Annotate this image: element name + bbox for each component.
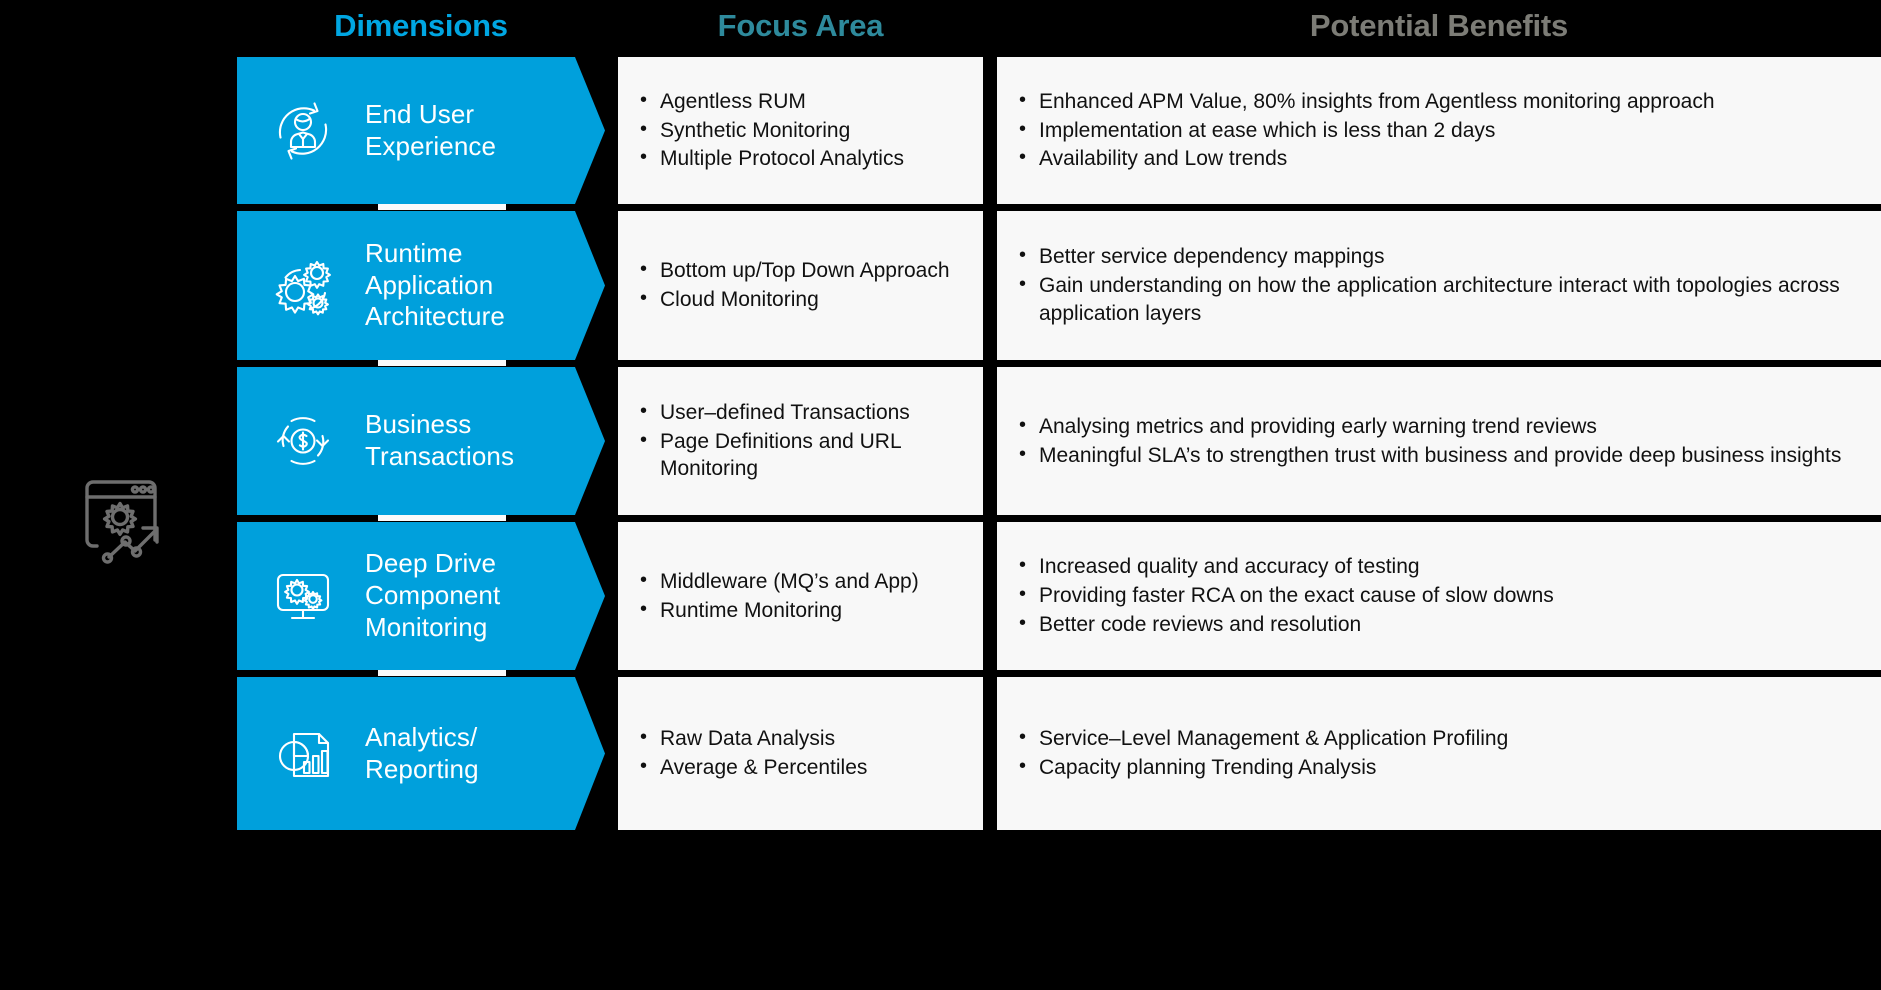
- dimension-label: End User Experience: [365, 98, 497, 161]
- list-item: Availability and Low trends: [1013, 144, 1867, 173]
- matrix-row: Business Transactions User–defined Trans…: [0, 367, 1881, 515]
- potential-benefits-card: Analysing metrics and providing early wa…: [997, 367, 1881, 515]
- dimension-chevron[interactable]: Business Transactions: [237, 367, 605, 515]
- list-item: Runtime Monitoring: [634, 596, 969, 625]
- infographic-root: Dimensions Focus Area Potential Benefits: [0, 0, 1881, 990]
- column-header-focus-area: Focus Area: [717, 8, 884, 43]
- list-item: Meaningful SLA’s to strengthen trust wit…: [1013, 441, 1867, 470]
- potential-benefits-card: Enhanced APM Value, 80% insights from Ag…: [997, 57, 1881, 204]
- chevron-separator: [378, 204, 506, 210]
- matrix-row: End User Experience Agentless RUM Synthe…: [0, 57, 1881, 204]
- chevron-separator: [378, 360, 506, 366]
- list-item: Middleware (MQ’s and App): [634, 567, 969, 596]
- column-header-potential-benefits: Potential Benefits: [1309, 8, 1569, 43]
- monitor-gears-icon: [267, 560, 339, 632]
- dimension-chevron[interactable]: Runtime Application Architecture: [237, 211, 605, 360]
- list-item: Multiple Protocol Analytics: [634, 144, 969, 173]
- focus-area-card: Bottom up/Top Down Approach Cloud Monito…: [618, 211, 983, 360]
- focus-area-card: User–defined Transactions Page Definitio…: [618, 367, 983, 515]
- list-item: Capacity planning Trending Analysis: [1013, 753, 1867, 782]
- focus-area-card: Raw Data Analysis Average & Percentiles: [618, 677, 983, 830]
- dollar-cycle-icon: [267, 405, 339, 477]
- list-item: Providing faster RCA on the exact cause …: [1013, 581, 1867, 610]
- chevron-separator: [378, 515, 506, 521]
- dimension-chevron[interactable]: Analytics/ Reporting: [237, 677, 605, 830]
- list-item: Page Definitions and URL Monitoring: [634, 427, 969, 483]
- list-item: Cloud Monitoring: [634, 285, 969, 314]
- dimension-chevron[interactable]: End User Experience: [237, 57, 605, 204]
- focus-area-card: Middleware (MQ’s and App) Runtime Monito…: [618, 522, 983, 670]
- potential-benefits-card: Increased quality and accuracy of testin…: [997, 522, 1881, 670]
- list-item: Average & Percentiles: [634, 753, 969, 782]
- report-chart-icon: [267, 718, 339, 790]
- list-item: Implementation at ease which is less tha…: [1013, 116, 1867, 145]
- user-cycle-icon: [267, 95, 339, 167]
- list-item: User–defined Transactions: [634, 398, 969, 427]
- dimension-label: Deep Drive Component Monitoring: [365, 548, 501, 642]
- list-item: Enhanced APM Value, 80% insights from Ag…: [1013, 87, 1867, 116]
- gears-icon: [267, 250, 339, 322]
- dimension-label: Analytics/ Reporting: [365, 721, 479, 784]
- list-item: Gain understanding on how the applicatio…: [1013, 271, 1867, 327]
- list-item: Analysing metrics and providing early wa…: [1013, 412, 1867, 441]
- dimension-chevron[interactable]: Deep Drive Component Monitoring: [237, 522, 605, 670]
- dimension-label: Runtime Application Architecture: [365, 237, 505, 332]
- list-item: Service–Level Management & Application P…: [1013, 724, 1867, 753]
- chevron-separator: [378, 670, 506, 676]
- focus-area-card: Agentless RUM Synthetic Monitoring Multi…: [618, 57, 983, 204]
- list-item: Increased quality and accuracy of testin…: [1013, 552, 1867, 581]
- potential-benefits-card: Service–Level Management & Application P…: [997, 677, 1881, 830]
- column-header-dimensions: Dimensions: [334, 8, 508, 43]
- list-item: Synthetic Monitoring: [634, 116, 969, 145]
- dimension-label: Business Transactions: [365, 409, 515, 471]
- matrix-row: Analytics/ Reporting Raw Data Analysis A…: [0, 677, 1881, 830]
- matrix-row: Runtime Application Architecture Bottom …: [0, 211, 1881, 360]
- list-item: Better code reviews and resolution: [1013, 610, 1867, 639]
- potential-benefits-card: Better service dependency mappings Gain …: [997, 211, 1881, 360]
- matrix-row: Deep Drive Component Monitoring Middlewa…: [0, 522, 1881, 670]
- list-item: Raw Data Analysis: [634, 724, 969, 753]
- list-item: Bottom up/Top Down Approach: [634, 256, 969, 285]
- list-item: Better service dependency mappings: [1013, 242, 1867, 271]
- list-item: Agentless RUM: [634, 87, 969, 116]
